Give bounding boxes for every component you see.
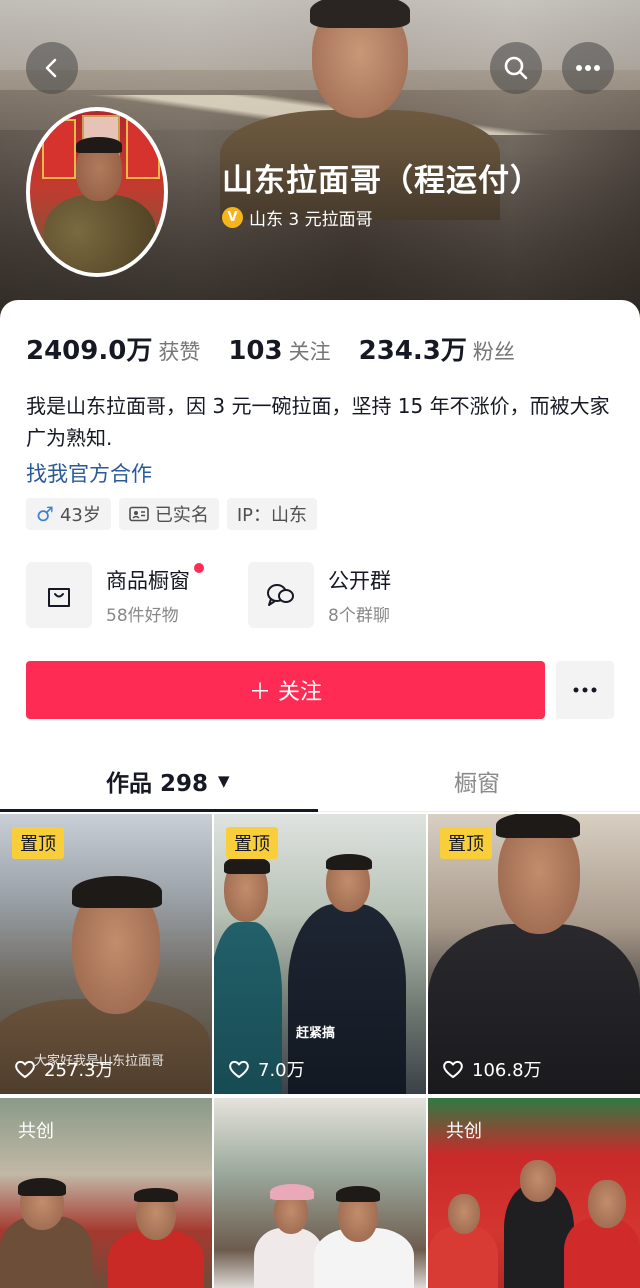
stat-value: 103: [228, 336, 283, 366]
likes-count: 106.8万: [472, 1060, 542, 1081]
likes-count: 7.0万: [258, 1060, 305, 1081]
stat-likes[interactable]: 2409.0万 获赞: [26, 330, 200, 367]
co-creation-badge: 共创: [18, 1121, 54, 1142]
stat-following[interactable]: 103 关注: [228, 336, 330, 366]
caret-down-icon: ▼: [218, 772, 230, 790]
active-tab-indicator: [0, 809, 318, 812]
video-thumbnail[interactable]: 置顶 大家好我是山东拉面哥 257.3万: [0, 814, 212, 1094]
id-card-icon: [129, 506, 149, 522]
stat-followers[interactable]: 234.3万 粉丝: [359, 330, 515, 367]
pinned-badge: 置顶: [226, 827, 278, 859]
verified-name-text: 已实名: [154, 505, 209, 526]
avatar[interactable]: [26, 107, 168, 277]
ip-location-tag: IP：山东: [226, 498, 318, 530]
verification-text: 山东 3 元拉面哥: [249, 210, 373, 230]
co-creation-badge: 共创: [446, 1121, 482, 1142]
video-caption: 赶紧搞: [296, 1026, 336, 1041]
pinned-badge: 置顶: [440, 827, 492, 859]
tag-row: ♂ 43岁 已实名 IP：山东: [26, 498, 318, 530]
notification-dot: [194, 562, 204, 573]
stats-row: 2409.0万 获赞 103 关注 234.3万 粉丝: [26, 330, 543, 367]
back-button[interactable]: [26, 42, 78, 94]
video-grid: 置顶 大家好我是山东拉面哥 257.3万 置顶 赶紧搞 7.0万 置顶 106.…: [0, 814, 640, 1288]
age-text: 43岁: [59, 505, 101, 526]
follow-more-button[interactable]: [556, 661, 614, 719]
ip-text: IP：山东: [236, 505, 308, 526]
verified-name-tag: 已实名: [118, 498, 219, 530]
tab-shop-window[interactable]: 橱窗: [454, 764, 500, 798]
tab-works-label: 作品 298: [106, 771, 209, 797]
video-thumbnail[interactable]: 置顶 赶紧搞 7.0万: [214, 814, 426, 1094]
heart-icon: [443, 1060, 463, 1078]
video-thumbnail[interactable]: 置顶 106.8万: [428, 814, 640, 1094]
search-icon: [504, 56, 528, 80]
video-likes: 257.3万: [14, 1056, 114, 1082]
video-thumbnail[interactable]: [214, 1098, 426, 1288]
shop-window-shortcut[interactable]: 商品橱窗 58件好物: [26, 562, 204, 628]
shortcut-title: 公开群: [328, 568, 391, 593]
shortcut-subtitle: 8个群聊: [328, 605, 390, 626]
male-icon: ♂: [36, 502, 54, 526]
shortcut-subtitle: 58件好物: [106, 605, 179, 626]
cooperation-link[interactable]: 找我官方合作: [26, 458, 152, 488]
verification-row[interactable]: V 山东 3 元拉面哥: [222, 205, 373, 230]
stat-label: 关注: [288, 340, 331, 364]
heart-icon: [229, 1060, 249, 1078]
stat-value: 2409.0万: [26, 336, 153, 366]
search-button[interactable]: [490, 42, 542, 94]
more-dots-icon: [573, 687, 597, 693]
follow-label: ＋ 关注: [249, 680, 322, 705]
shopping-bag-icon: [26, 562, 92, 628]
age-tag: ♂ 43岁: [26, 498, 111, 530]
follow-button[interactable]: ＋ 关注: [26, 661, 545, 719]
video-likes: 106.8万: [442, 1056, 542, 1082]
more-options-button[interactable]: [562, 42, 614, 94]
likes-count: 257.3万: [44, 1060, 114, 1081]
stat-label: 粉丝: [472, 340, 515, 364]
pinned-badge: 置顶: [12, 827, 64, 859]
chevron-left-icon: [45, 58, 57, 78]
stat-label: 获赞: [158, 340, 201, 364]
content-tabs: 作品 298 ▼ 橱窗: [0, 750, 640, 812]
video-thumbnail[interactable]: 共创: [0, 1098, 212, 1288]
stat-value: 234.3万: [358, 336, 467, 366]
display-name: 山东拉面哥（程运付）: [222, 163, 542, 199]
public-group-shortcut[interactable]: 公开群 8个群聊: [248, 562, 391, 628]
more-dots-icon: [576, 65, 600, 71]
bio-text: 我是山东拉面哥，因 3 元一碗拉面，坚持 15 年不涨价，而被大家广为熟知.: [26, 394, 610, 450]
video-thumbnail[interactable]: 共创: [428, 1098, 640, 1288]
video-likes: 7.0万: [228, 1056, 305, 1082]
group-chat-icon: [248, 562, 314, 628]
tab-works[interactable]: 作品 298 ▼: [106, 764, 230, 798]
verified-badge-icon: V: [222, 207, 243, 228]
heart-icon: [15, 1060, 35, 1078]
shortcut-title: 商品橱窗: [106, 562, 204, 595]
